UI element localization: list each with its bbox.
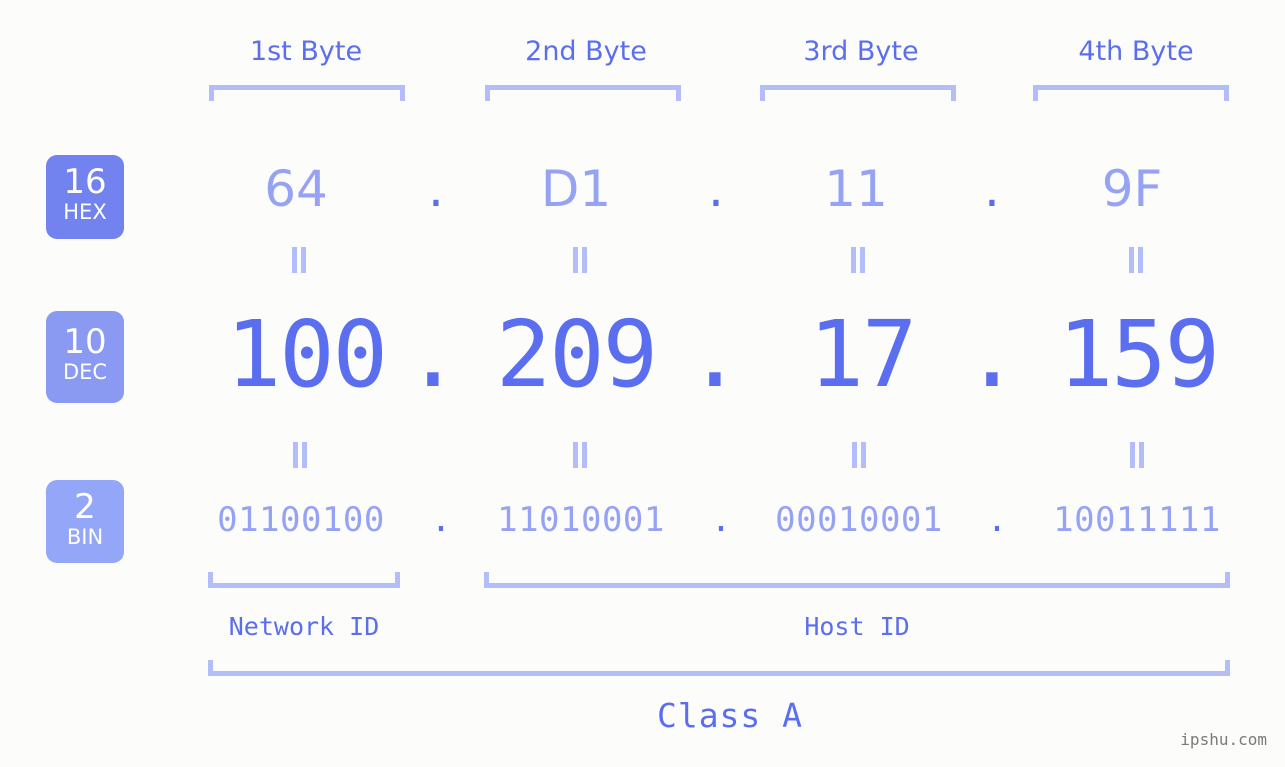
equals-mark-hex-dec-3	[847, 247, 869, 273]
dec-separator-2: .	[687, 301, 743, 408]
equals-mark-hex-dec-2	[569, 247, 591, 273]
equals-mark-dec-bin-2	[569, 442, 591, 468]
equals-mark-dec-bin-4	[1126, 442, 1148, 468]
hex-separator-2: .	[708, 160, 724, 218]
hex-byte-value-1: 64	[264, 160, 328, 218]
bin-byte-value-2: 11010001	[497, 500, 665, 540]
base-badge-dec: 10 DEC	[46, 311, 124, 403]
hex-byte-value-3: 11	[824, 160, 888, 218]
network-id-label: Network ID	[228, 612, 380, 641]
bin-separator-3: .	[986, 500, 1008, 540]
base-badge-hex-name: HEX	[63, 200, 107, 224]
equals-mark-hex-dec-4	[1125, 247, 1147, 273]
base-badge-hex-number: 16	[63, 162, 107, 202]
site-watermark: ipshu.com	[1180, 730, 1267, 749]
byte-bracket-top-4	[1033, 85, 1229, 101]
byte-header-label-4: 4th Byte	[1078, 36, 1194, 67]
class-label: Class A	[656, 696, 804, 735]
base-badge-bin-name: BIN	[66, 525, 104, 549]
byte-bracket-top-3	[760, 85, 956, 101]
bin-byte-value-4: 10011111	[1053, 500, 1221, 540]
ip-breakdown-diagram: 1st Byte 2nd Byte 3rd Byte 4th Byte 16 H…	[0, 0, 1285, 767]
dec-separator-3: .	[964, 301, 1020, 408]
hex-byte-value-4: 9F	[1101, 160, 1163, 218]
network-id-bracket	[208, 572, 400, 588]
bin-separator-1: .	[430, 500, 452, 540]
dec-byte-value-4: 159	[1057, 301, 1220, 408]
base-badge-hex: 16 HEX	[46, 155, 124, 239]
byte-bracket-top-2	[485, 85, 681, 101]
base-badge-dec-number: 10	[63, 322, 107, 362]
base-badge-bin-number: 2	[74, 487, 96, 527]
hex-byte-value-2: D1	[540, 160, 612, 218]
dec-byte-value-3: 17	[808, 301, 918, 408]
equals-mark-dec-bin-3	[848, 442, 870, 468]
dec-byte-value-2: 209	[495, 301, 658, 408]
dec-separator-1: .	[405, 301, 461, 408]
class-bracket	[208, 660, 1230, 676]
base-badge-bin: 2 BIN	[46, 480, 124, 563]
host-id-bracket	[484, 572, 1230, 588]
equals-mark-dec-bin-1	[289, 442, 311, 468]
base-badge-dec-name: DEC	[62, 360, 108, 384]
hex-separator-3: .	[984, 160, 1000, 218]
equals-mark-hex-dec-1	[288, 247, 310, 273]
bin-byte-value-3: 00010001	[775, 500, 943, 540]
dec-byte-value-1: 100	[225, 301, 388, 408]
byte-bracket-top-1	[209, 85, 405, 101]
byte-header-label-1: 1st Byte	[249, 36, 363, 67]
byte-header-label-2: 2nd Byte	[525, 36, 647, 67]
byte-header-label-3: 3rd Byte	[803, 36, 919, 67]
bin-byte-value-1: 01100100	[217, 500, 385, 540]
bin-separator-2: .	[710, 500, 732, 540]
hex-separator-1: .	[428, 160, 444, 218]
host-id-label: Host ID	[804, 612, 910, 641]
